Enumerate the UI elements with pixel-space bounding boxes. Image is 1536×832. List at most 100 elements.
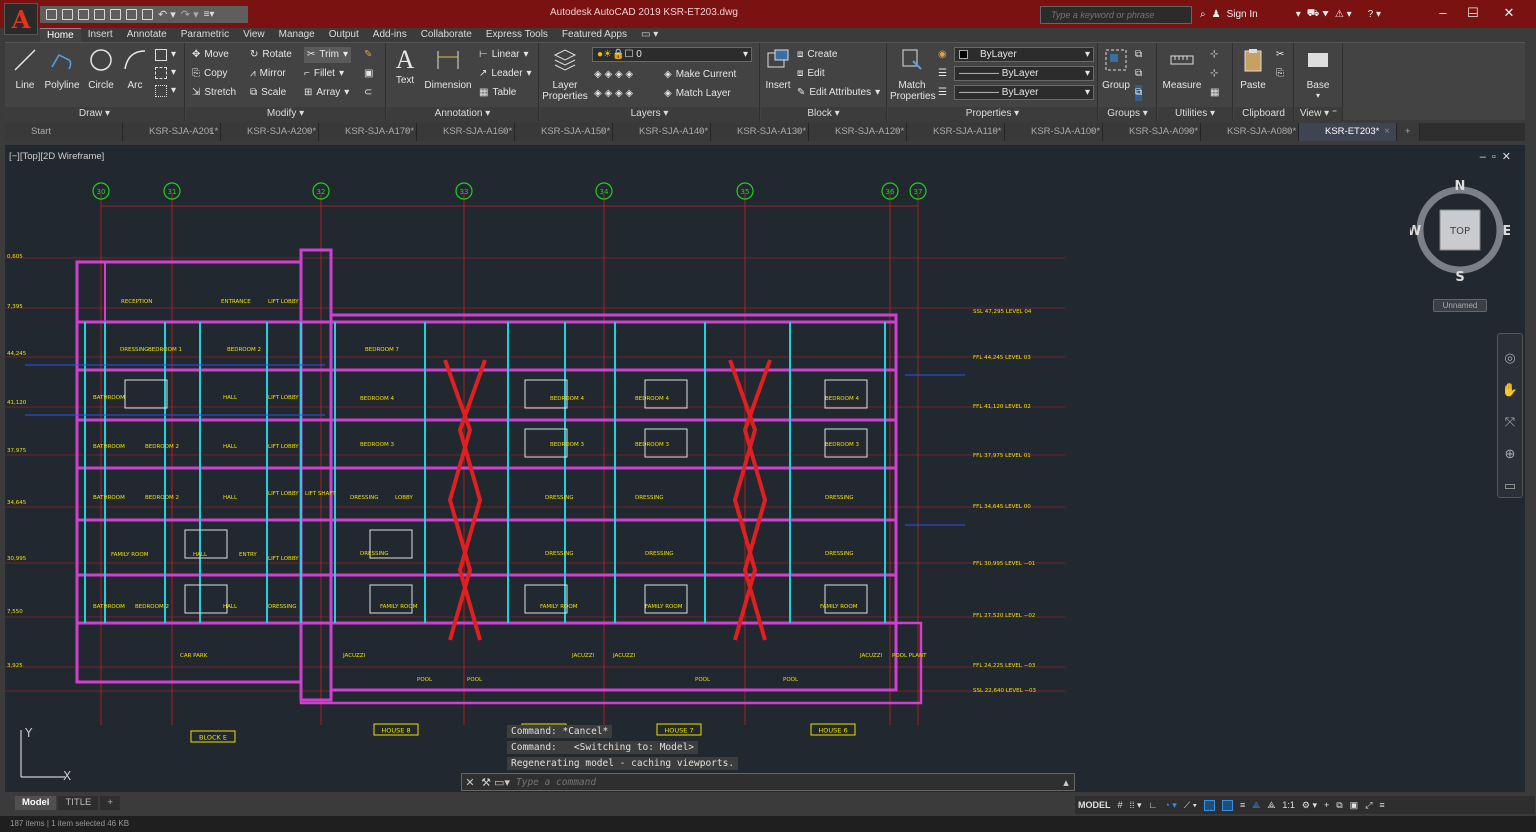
ribbon-options-icon[interactable]: ▭ ▾ — [634, 28, 665, 42]
arc-button[interactable]: Arc — [121, 45, 149, 91]
clean-screen-icon[interactable]: ⤢ — [1365, 800, 1372, 811]
tab-output[interactable]: Output — [322, 28, 366, 42]
maximize-button[interactable]: ☐ — [1458, 4, 1488, 22]
doc-tab[interactable]: KSR-SJA-A170* × — [319, 123, 417, 141]
layers-panel-title[interactable]: Layers ▾ — [540, 107, 759, 121]
plot-icon[interactable] — [142, 9, 153, 20]
close-tab-icon[interactable]: × — [1188, 123, 1194, 141]
model-space-toggle[interactable]: MODEL — [1078, 800, 1111, 810]
application-menu-button[interactable]: A — [4, 3, 38, 35]
group-edit-icon[interactable]: ⧉ — [1135, 66, 1142, 82]
tab-insert[interactable]: Insert — [81, 28, 120, 42]
command-input[interactable] — [516, 776, 1058, 788]
tab-manage[interactable]: Manage — [272, 28, 322, 42]
table-button[interactable]: ▦ Table — [479, 85, 516, 101]
search-box[interactable] — [1040, 6, 1192, 24]
isolate-objects-icon[interactable]: ⧉ — [1336, 800, 1342, 811]
edit-block-button[interactable]: ⧈ Edit — [797, 66, 825, 82]
save-as-icon[interactable] — [94, 9, 105, 20]
doc-tab[interactable]: KSR-SJA-A130* × — [711, 123, 809, 141]
compass-north[interactable]: N — [1455, 179, 1466, 194]
doc-tab[interactable]: KSR-SJA-A080* × — [1201, 123, 1299, 141]
base-button[interactable]: Base ▾ — [1299, 45, 1337, 100]
cloud-open-icon[interactable] — [110, 9, 121, 20]
doc-tab[interactable]: KSR-SJA-A090* × — [1103, 123, 1201, 141]
hardware-acceleration-icon[interactable]: ▣ — [1350, 800, 1359, 811]
close-tab-icon[interactable]: × — [502, 123, 508, 141]
rotate-button[interactable]: ↻ Rotate — [250, 47, 292, 63]
view-panel-title[interactable]: View ▾ ⁼ — [1295, 107, 1342, 121]
block-panel-title[interactable]: Block ▾ — [761, 107, 886, 121]
utilities-panel-title[interactable]: Utilities ▾ — [1158, 107, 1232, 121]
close-tab-icon[interactable]: × — [600, 123, 606, 141]
match-layer-button[interactable]: ◈ Match Layer — [664, 86, 731, 102]
annotation-visibility-icon[interactable]: ⟁ — [1252, 800, 1260, 811]
annotation-scale-icon[interactable]: ⟁ — [1267, 800, 1275, 811]
text-button[interactable]: A Text — [391, 45, 419, 86]
erase-button[interactable]: ✎ — [364, 47, 372, 63]
polar-icon[interactable]: ◔ ▾ — [1164, 800, 1176, 811]
group-selection-icon[interactable]: ⧉ — [1135, 85, 1143, 101]
add-icon[interactable]: + — [1324, 800, 1329, 810]
tab-annotate[interactable]: Annotate — [120, 28, 174, 42]
dimension-button[interactable]: Dimension — [423, 45, 473, 91]
lineweight-toggle-icon[interactable]: ≡ — [1240, 800, 1245, 810]
modify-panel-title[interactable]: Modify ▾ — [186, 107, 385, 121]
fillet-button[interactable]: ⌐ Fillet ▾ — [304, 66, 344, 82]
compass-east[interactable]: E — [1503, 224, 1510, 239]
cloud-save-icon[interactable] — [126, 9, 137, 20]
a360-icon[interactable]: ⚠ ▾ — [1335, 9, 1352, 20]
minimize-win-button[interactable]: – — [1428, 4, 1458, 22]
customization-icon[interactable]: ≡ — [1379, 800, 1384, 810]
ungroup-icon[interactable]: ⧉ — [1135, 47, 1142, 63]
showmotion-icon[interactable]: ▭ — [1498, 478, 1522, 494]
linear-button[interactable]: ⊢ Linear ▾ — [479, 47, 529, 63]
workspace-icon[interactable]: ⚙ ▾ — [1302, 800, 1317, 811]
doc-tab[interactable]: KSR-SJA-A160* × — [417, 123, 515, 141]
close-tab-icon[interactable]: × — [306, 123, 312, 141]
clipboard-panel-title[interactable]: Clipboard — [1234, 107, 1293, 121]
open-icon[interactable] — [62, 9, 73, 20]
pan-icon[interactable]: ✋ — [1498, 382, 1522, 398]
isodraft-icon[interactable]: ⟋ ▾ — [1184, 800, 1197, 811]
hatch-tool[interactable]: ▾ — [155, 65, 176, 81]
trim-button[interactable]: ✂ Trim ▾ — [304, 47, 352, 63]
paste-button[interactable]: Paste — [1236, 45, 1270, 91]
make-current-button[interactable]: ◈ Make Current — [664, 67, 736, 83]
scale-button[interactable]: ⧉ Scale — [250, 85, 286, 101]
sign-in-label[interactable]: Sign In — [1227, 9, 1258, 20]
grid-icon[interactable]: # — [1118, 800, 1123, 810]
doc-tab[interactable]: KSR-ET203* × — [1299, 123, 1397, 141]
measure-button[interactable]: Measure — [1160, 45, 1204, 91]
groups-panel-title[interactable]: Groups ▾ — [1099, 107, 1156, 121]
line-button[interactable]: Line — [9, 45, 41, 91]
tab-home[interactable]: Home — [40, 28, 81, 42]
layer-tools-row1[interactable]: ◈ ◈ ◈ ◈ — [594, 67, 633, 83]
layer-properties-button[interactable]: Layer Properties — [542, 45, 588, 102]
draw-panel-title[interactable]: Draw ▾ — [5, 107, 184, 121]
doc-tab[interactable]: KSR-SJA-A140* × — [613, 123, 711, 141]
edit-attributes-button[interactable]: ✎ Edit Attributes ▾ — [797, 85, 880, 101]
close-tab-icon[interactable]: × — [208, 123, 214, 141]
close-tab-icon[interactable]: × — [1090, 123, 1096, 141]
close-tab-icon[interactable]: × — [894, 123, 900, 141]
properties-panel-title[interactable]: Properties ▾ — [888, 107, 1097, 121]
close-tab-icon[interactable]: × — [404, 123, 410, 141]
save-icon[interactable] — [78, 9, 89, 20]
tab-collaborate[interactable]: Collaborate — [414, 28, 479, 42]
redo-icon[interactable]: ↷ ▾ — [181, 8, 199, 21]
help-icon[interactable]: ? ▾ — [1368, 9, 1381, 20]
doc-tab[interactable]: KSR-SJA-A201* × — [123, 123, 221, 141]
compass-south[interactable]: S — [1455, 270, 1464, 285]
command-close-icon[interactable]: ✕ — [462, 776, 478, 789]
tab-title-layout[interactable]: TITLE — [58, 796, 99, 810]
array-button[interactable]: ⊞ Array ▾ — [304, 85, 349, 101]
doc-tab[interactable]: KSR-SJA-A110* × — [907, 123, 1005, 141]
move-button[interactable]: ✥ Move — [192, 47, 229, 63]
cart-icon[interactable]: ⛟ ▾ — [1307, 8, 1329, 21]
ucs-dropdown[interactable]: Unnamed — [1433, 299, 1487, 312]
close-tab-icon[interactable]: × — [796, 123, 802, 141]
circle-button[interactable]: Circle — [85, 45, 117, 91]
doc-tab-start[interactable]: Start — [5, 123, 123, 141]
tab-featured-apps[interactable]: Featured Apps — [555, 28, 634, 42]
